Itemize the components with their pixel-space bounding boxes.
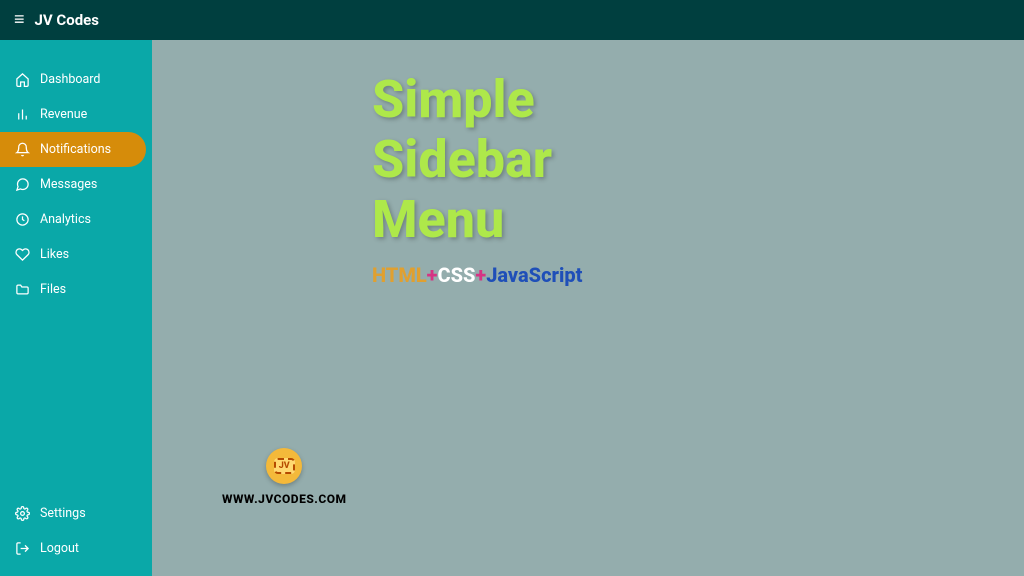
sidebar-bottom-group: Settings Logout [0, 496, 152, 566]
sidebar-item-logout[interactable]: Logout [0, 531, 146, 566]
hero-line-2: Sidebar [372, 129, 552, 190]
sidebar-item-label: Likes [40, 247, 69, 262]
sidebar-item-label: Dashboard [40, 72, 100, 87]
sidebar-item-label: Messages [40, 177, 97, 192]
sidebar-item-revenue[interactable]: Revenue [0, 97, 146, 132]
home-icon [14, 72, 30, 88]
message-icon [14, 177, 30, 193]
hero-subline: HTML+CSS+JavaScript [372, 263, 1024, 287]
sidebar-item-label: Notifications [40, 142, 111, 157]
sidebar-item-likes[interactable]: Likes [0, 237, 146, 272]
sidebar-item-files[interactable]: Files [0, 272, 146, 307]
bell-icon [14, 142, 30, 158]
folder-icon [14, 282, 30, 298]
sidebar-top-group: Dashboard Revenue Notifications Messages [0, 62, 152, 307]
sidebar-item-label: Files [40, 282, 66, 297]
sidebar: Dashboard Revenue Notifications Messages [0, 40, 152, 576]
hero-title: Simple Sidebar Menu [372, 70, 1024, 249]
sidebar-item-messages[interactable]: Messages [0, 167, 146, 202]
sub-plus-1: + [427, 263, 438, 287]
logo-icon: JV [266, 448, 302, 484]
footer-block: JV WWW.JVCODES.COM [222, 448, 346, 506]
bar-chart-icon [14, 107, 30, 123]
clock-icon [14, 212, 30, 228]
gear-icon [14, 506, 30, 522]
sidebar-item-label: Logout [40, 541, 79, 556]
brand-title: JV Codes [35, 11, 99, 29]
body: Dashboard Revenue Notifications Messages [0, 40, 1024, 576]
sidebar-item-label: Revenue [40, 107, 87, 122]
main-content: Simple Sidebar Menu HTML+CSS+JavaScript … [152, 40, 1024, 576]
topbar: ≡ JV Codes [0, 0, 1024, 40]
logo-text: JV [274, 458, 295, 474]
heart-icon [14, 247, 30, 263]
sub-js: JavaScript [486, 263, 582, 287]
sub-plus-2: + [475, 263, 486, 287]
sidebar-item-dashboard[interactable]: Dashboard [0, 62, 146, 97]
sidebar-item-settings[interactable]: Settings [0, 496, 146, 531]
sidebar-item-label: Settings [40, 506, 86, 521]
sub-html: HTML [372, 263, 427, 287]
footer-url: WWW.JVCODES.COM [222, 492, 346, 506]
hero-line-3: Menu [372, 189, 504, 250]
logout-icon [14, 541, 30, 557]
sidebar-item-analytics[interactable]: Analytics [0, 202, 146, 237]
sub-css: CSS [437, 263, 475, 287]
sidebar-item-label: Analytics [40, 212, 91, 227]
menu-toggle-icon[interactable]: ≡ [14, 11, 25, 29]
hero-line-1: Simple [372, 69, 535, 130]
sidebar-item-notifications[interactable]: Notifications [0, 132, 146, 167]
